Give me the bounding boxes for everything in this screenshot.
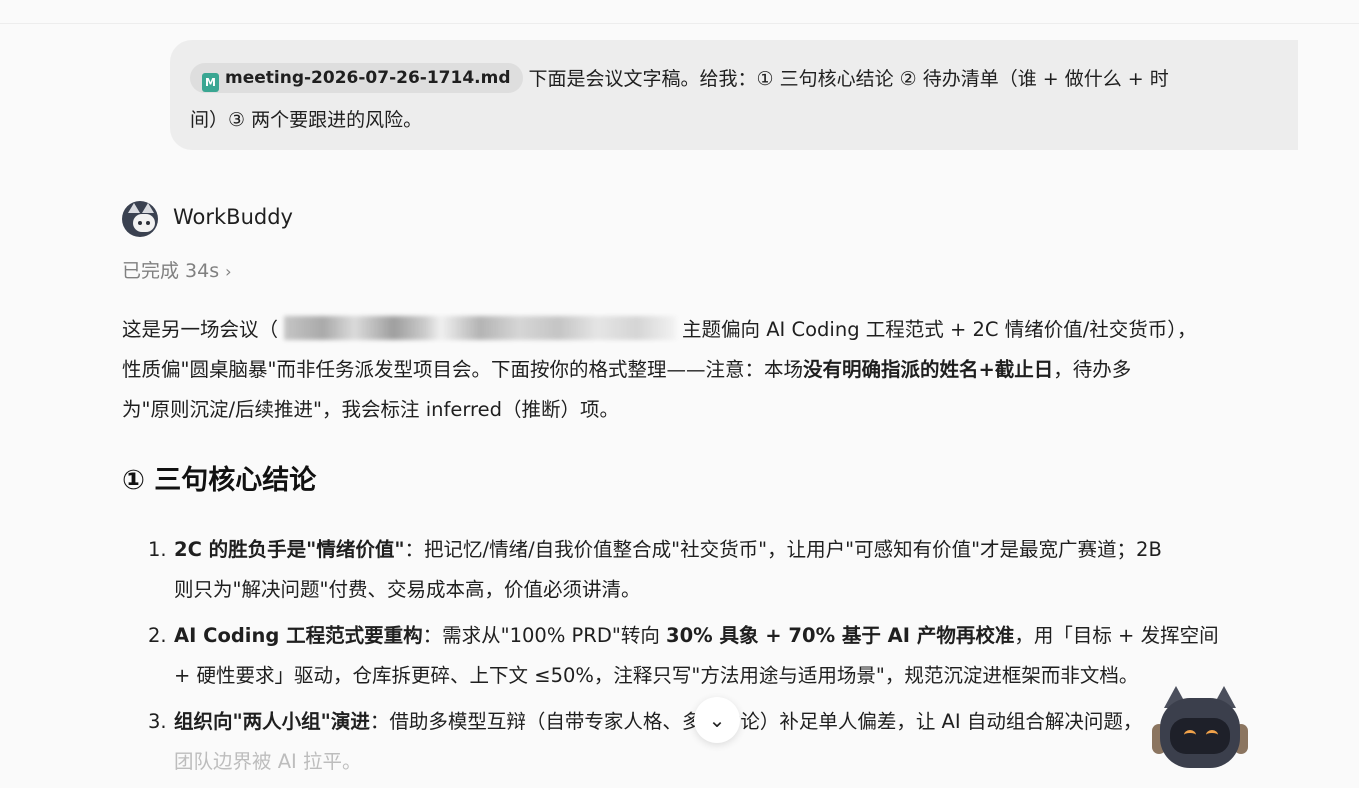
chevron-down-icon: ⌄ xyxy=(708,708,726,732)
list-emphasis: " xyxy=(394,538,405,561)
scroll-to-bottom-button[interactable]: ⌄ xyxy=(694,697,740,743)
user-message-line-2: 间）③ 两个要跟进的风险。 xyxy=(190,109,423,131)
list-emphasis: AI Coding 工程范式要重构 xyxy=(174,624,423,647)
list-number: 1. xyxy=(148,538,167,561)
list-item: 1. 2C 的胜负手是"情绪价值"：把记忆/情绪/自我价值整合成"社交货币"，让… xyxy=(148,530,1308,610)
redacted-text xyxy=(284,316,677,340)
mascot-eye xyxy=(1184,730,1196,740)
list-number: 3. xyxy=(148,710,167,733)
section-heading: ① 三句核心结论 xyxy=(122,465,317,496)
completion-status[interactable]: 已完成 34s › xyxy=(122,256,232,283)
avatar-eye xyxy=(138,221,142,225)
chevron-right-icon: › xyxy=(225,262,232,281)
user-message-line-1: Mmeeting-2026-07-26-1714.md 下面是会议文字稿。给我：①… xyxy=(190,57,1169,101)
list-text: ：借助多模型互辩（自带专家人格、多轮讨论）补足单人偏差，让 AI 自动组合解决问… xyxy=(369,710,1143,733)
intro-row: 性质偏"圆桌脑暴"而非任务派发型项目会。下面按你的格式整理——注意：本场没有明确… xyxy=(122,350,1302,390)
user-message-bubble: Mmeeting-2026-07-26-1714.md 下面是会议文字稿。给我：①… xyxy=(170,40,1298,150)
avatar-face xyxy=(133,214,155,232)
attachment-name: meeting-2026-07-26-1714.md xyxy=(225,68,511,88)
intro-text: 性质偏"圆桌脑暴"而非任务派发型项目会。下面按你的格式整理——注意：本场 xyxy=(122,358,803,381)
conclusion-list: 1. 2C 的胜负手是"情绪价值"：把记忆/情绪/自我价值整合成"社交货币"，让… xyxy=(148,530,1308,788)
intro-text: ，待办多 xyxy=(1053,358,1132,381)
intro-emphasis: 没有明确指派的姓名+截止日 xyxy=(802,358,1054,381)
avatar-ear-icon xyxy=(128,203,140,213)
intro-text: 主题偏向 AI Coding 工程范式 + 2C 情绪价值/社交货币）， xyxy=(682,318,1197,341)
mascot-eye xyxy=(1206,730,1218,740)
intro-row: 为"原则沉淀/后续推进"，我会标注 inferred（推断）项。 xyxy=(122,398,619,421)
user-message-text: 下面是会议文字稿。给我：① 三句核心结论 ② 待办清单（谁 + 做什么 + 时 xyxy=(528,68,1169,90)
avatar-ear-icon xyxy=(142,203,154,213)
avatar-eye xyxy=(146,221,150,225)
list-text: 则只为"解决问题"付费、交易成本高，价值必须讲清。 xyxy=(174,578,641,601)
list-emphasis: 2C 的胜负手是" xyxy=(174,538,317,561)
intro-text: 这是另一场会议（ xyxy=(122,318,279,341)
list-number: 2. xyxy=(148,624,167,647)
agent-name: WorkBuddy xyxy=(173,205,293,229)
list-item: 2. AI Coding 工程范式要重构：需求从"100% PRD"转向 30%… xyxy=(148,616,1308,696)
list-text: ，用「目标 + 发挥空间 xyxy=(1014,624,1219,647)
list-text: + 硬性要求」驱动，仓库拆更碎、上下文 ≤50%，注释只写"方法用途与适用场景"… xyxy=(174,664,1139,687)
list-text: ：需求从"100% PRD"转向 xyxy=(422,624,667,647)
attachment-chip[interactable]: Mmeeting-2026-07-26-1714.md xyxy=(190,63,523,93)
top-bar xyxy=(0,0,1359,24)
completion-status-text: 已完成 34s xyxy=(122,260,220,282)
agent-header: WorkBuddy xyxy=(122,200,522,238)
list-text: 团队边界被 AI 拉平。 xyxy=(174,750,362,773)
markdown-file-icon: M xyxy=(202,73,219,92)
mascot-assistant-icon[interactable] xyxy=(1150,684,1250,777)
intro-row: 这是另一场会议（ 主题偏向 AI Coding 工程范式 + 2C 情绪价值/社交… xyxy=(122,310,1302,350)
list-emphasis: 组织向"两人小组"演进 xyxy=(174,710,370,733)
agent-avatar xyxy=(122,201,158,237)
response-intro: 这是另一场会议（ 主题偏向 AI Coding 工程范式 + 2C 情绪价值/社交… xyxy=(122,310,1302,430)
list-emphasis: 情绪价值 xyxy=(316,538,395,561)
list-text: ：把记忆/情绪/自我价值整合成"社交货币"，让用户"可感知有价值"才是最宽广赛道… xyxy=(404,538,1162,561)
list-emphasis: 30% 具象 + 70% 基于 AI 产物再校准 xyxy=(666,624,1015,647)
mascot-visor xyxy=(1170,718,1230,754)
